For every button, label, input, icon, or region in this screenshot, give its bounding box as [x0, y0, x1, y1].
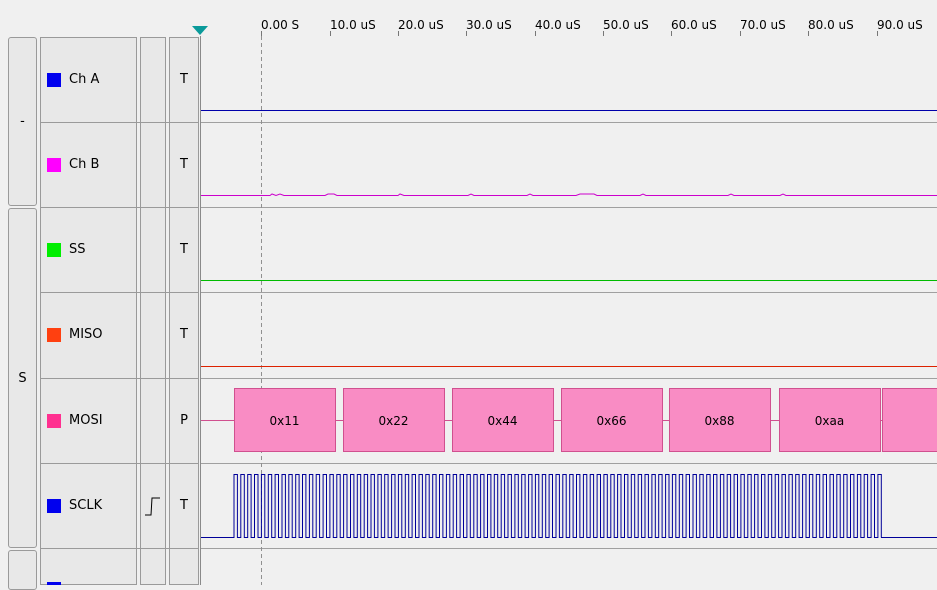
channel-color-swatch[interactable] [47, 243, 61, 257]
group-label: - [20, 114, 25, 129]
channel-type-toggle[interactable]: T [169, 122, 199, 207]
channel-row-ch-b[interactable]: Ch B [40, 122, 137, 207]
ruler-tick-label: 20.0 uS [398, 18, 444, 32]
channel-type-toggle[interactable]: T [169, 37, 199, 122]
channel-row-mosi[interactable]: MOSI [40, 378, 137, 463]
channel-type-toggle[interactable]: P [169, 378, 199, 463]
trigger-marker-icon[interactable] [192, 26, 208, 35]
ruler-tick-label: 40.0 uS [535, 18, 581, 32]
ruler-tick-label: 0.00 S [261, 18, 299, 32]
ruler-tick-label: 70.0 uS [740, 18, 786, 32]
channel-name: Ch A [69, 72, 99, 87]
channel-color-swatch[interactable] [47, 158, 61, 172]
channel-name: MOSI [69, 413, 103, 428]
ruler-tick-label: 50.0 uS [603, 18, 649, 32]
time-ruler[interactable]: 0.00 S 10.0 uS 20.0 uS 30.0 uS 40.0 uS 5… [200, 0, 937, 36]
channel-name: SS [69, 242, 86, 257]
rising-edge-icon[interactable] [140, 463, 166, 548]
ruler-tick-label: 30.0 uS [466, 18, 512, 32]
channel-type-toggle[interactable]: T [169, 292, 199, 377]
group-panel-next[interactable] [8, 550, 37, 590]
channel-name: Ch B [69, 157, 99, 172]
group-panel-spi[interactable]: S [8, 208, 37, 548]
channel-color-swatch[interactable] [47, 499, 61, 513]
waveform-plot[interactable] [200, 36, 937, 585]
channel-name: MISO [69, 327, 103, 342]
channel-type-toggle[interactable]: T [169, 207, 199, 292]
channel-name: SCLK [69, 498, 102, 513]
channel-color-swatch[interactable] [47, 414, 61, 428]
ruler-tick-label: 90.0 uS [877, 18, 923, 32]
channel-color-swatch[interactable] [47, 328, 61, 342]
ruler-tick-label: 10.0 uS [330, 18, 376, 32]
channel-row-miso[interactable]: MISO [40, 292, 137, 377]
channel-type-toggle[interactable]: T [169, 463, 199, 548]
ruler-tick-label: 80.0 uS [808, 18, 854, 32]
channel-row-ch-a[interactable]: Ch A [40, 37, 137, 122]
ruler-tick-label: 60.0 uS [671, 18, 717, 32]
group-label: S [18, 371, 26, 386]
channel-row-ss[interactable]: SS [40, 207, 137, 292]
group-panel-analog[interactable]: - [8, 37, 37, 206]
channel-row-sclk[interactable]: SCLK [40, 463, 137, 548]
channel-color-swatch[interactable] [47, 73, 61, 87]
